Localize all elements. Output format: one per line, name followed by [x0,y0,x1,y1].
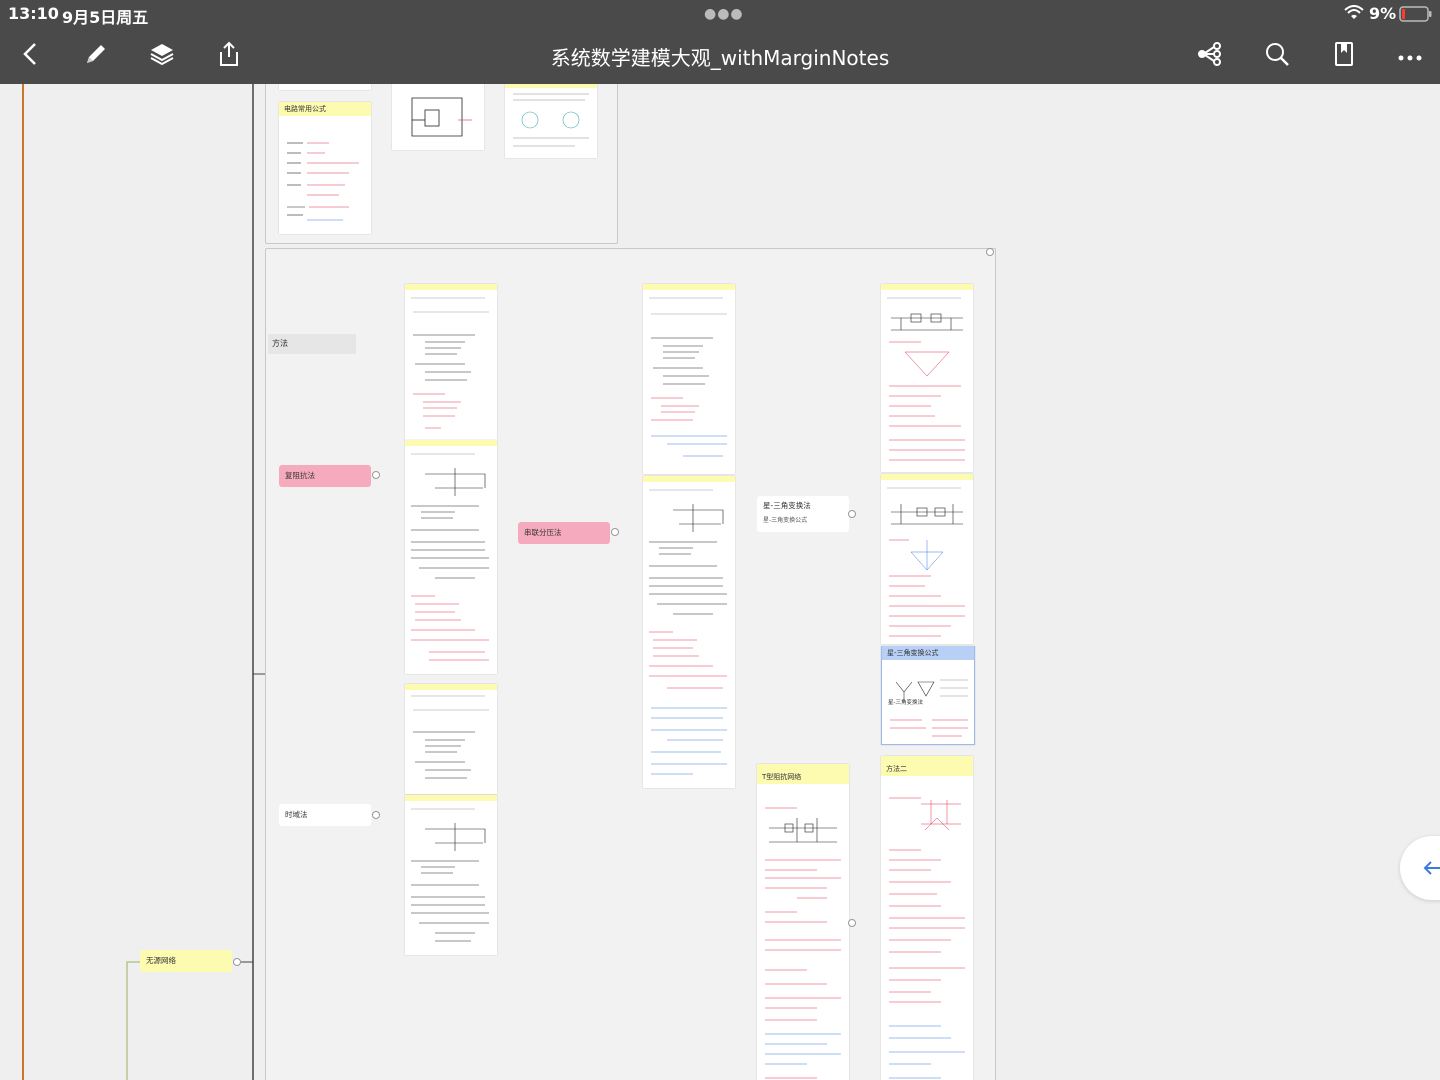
search-button[interactable] [1253,28,1301,84]
handwritten-derivation [765,807,841,1079]
battery-percent: 9% [1369,4,1397,23]
collapse-complex[interactable] [372,471,380,479]
mindmap-icon [1196,41,1224,71]
note-card-star-delta-formula[interactable]: 星-三角变换公式 星-三角变换法 [881,646,975,745]
note-card-time-1[interactable] [405,684,497,794]
note-card-complex-1[interactable] [405,284,497,440]
pencil-button[interactable] [72,28,120,84]
more-button[interactable] [1386,28,1434,84]
handwritten-derivation [889,797,965,1079]
note-card-partial[interactable] [279,84,371,90]
handwritten-derivation [887,487,965,637]
method2-title: 方法二 [881,762,973,776]
mindmap-canvas[interactable]: 电路常用公式 方法 复阻抗法 串联分压法 时域法 无源网络 星-三角变换法 星-… [0,84,1440,1080]
node-passive-network[interactable]: 无源网络 [140,950,232,972]
note-card-t-network[interactable]: T型阻抗网络 [757,764,849,1080]
handwritten-derivation [887,297,965,461]
handwritten-derivation [411,808,489,942]
note-card-method-2[interactable]: 方法二 [881,756,973,1080]
handwritten-derivation [411,453,489,661]
bookmark-button[interactable] [1320,28,1368,84]
back-button[interactable] [6,28,54,84]
document-title: 系统数学建模大观_withMarginNotes [550,46,890,70]
handwritten-formulas [287,142,359,221]
frame-collapse-toggle[interactable] [986,248,994,256]
layers-icon [149,41,175,71]
back-chevron-icon [22,42,38,70]
status-time: 13:10 [8,4,59,23]
status-date: 9月5日周五 [62,8,149,27]
node-complex-impedance[interactable]: 复阻抗法 [279,465,371,487]
note-card-star-delta-2[interactable] [881,474,973,644]
node-time-domain[interactable]: 时域法 [279,804,371,826]
note-card-circuit[interactable] [392,84,484,150]
collapse-passive[interactable] [233,958,241,966]
note-card-series-2[interactable] [643,476,735,788]
bookmark-icon [1333,41,1355,71]
star-delta-card-title: 星-三角变换公式 [882,646,974,660]
wifi-icon [1344,5,1364,25]
share-button[interactable] [205,28,253,84]
handwritten-derivation [649,489,727,775]
pencil-icon [83,41,109,71]
collapse-time[interactable] [372,811,380,819]
node-series-divider[interactable]: 串联分压法 [518,522,610,544]
mindmap-button[interactable] [1186,28,1234,84]
star-delta-card-sublabel: 星-三角变换法 [888,700,923,706]
status-bar: 13:10 9月5日周五 ●●● 9% [0,0,1440,28]
search-icon [1264,41,1290,71]
star-delta-label: 星-三角变换法 [763,501,811,510]
handwritten-derivation [411,695,489,779]
method-frame-label: 方法 [268,334,356,354]
note-card-complex-2[interactable] [405,440,497,674]
arrow-left-icon [1422,858,1440,882]
more-icon [1397,47,1423,66]
battery-icon [1399,6,1433,26]
share-icon [217,41,241,71]
note-card-formulas[interactable]: 电路常用公式 [279,102,371,234]
collapse-star-delta[interactable] [848,510,856,518]
note-card-formula-sheet[interactable] [505,84,597,158]
handwritten-derivation [649,297,727,457]
collapse-series[interactable] [611,528,619,536]
layers-button[interactable] [138,28,186,84]
note-card-series-1[interactable] [643,284,735,474]
circuit-diagram [411,97,472,137]
printed-formula-sheet [505,84,597,147]
collapse-t-network[interactable] [848,919,856,927]
multitasking-dots-icon[interactable]: ●●● [704,6,744,22]
note-card-title: 电路常用公式 [279,102,371,116]
note-card-star-delta-1[interactable] [881,284,973,472]
toolbar: 系统数学建模大观_withMarginNotes [0,28,1440,84]
t-network-title: T型阻抗网络 [757,770,849,784]
note-card-time-2[interactable] [405,795,497,955]
star-delta-sublabel: 星-三角变换公式 [763,517,808,524]
node-star-delta[interactable]: 星-三角变换法 星-三角变换公式 [757,496,849,532]
handwritten-derivation [411,297,489,429]
